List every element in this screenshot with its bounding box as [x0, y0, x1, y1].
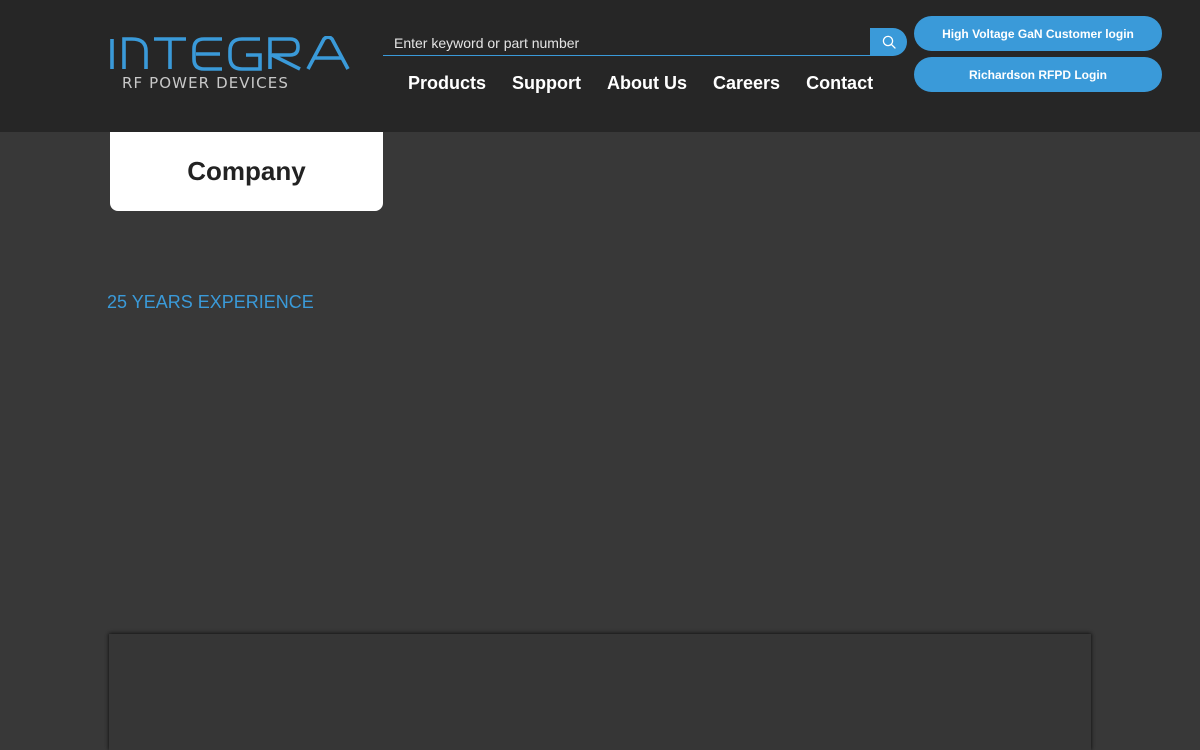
integra-wordmark-logo [110, 36, 350, 71]
gan-customer-login-button[interactable]: High Voltage GaN Customer login [914, 16, 1162, 51]
search-bar [383, 28, 907, 58]
search-button[interactable] [870, 28, 907, 56]
integra-logo[interactable]: RF POWER DEVICES [108, 36, 350, 92]
experience-heading: 25 YEARS EXPERIENCE [107, 292, 314, 312]
search-icon [882, 35, 896, 49]
content-panel [109, 634, 1091, 750]
search-input[interactable] [383, 28, 870, 56]
page-title: Company [187, 156, 306, 186]
logo-tagline: RF POWER DEVICES [122, 74, 289, 92]
nav-item-contact[interactable]: Contact [793, 72, 886, 96]
nav-item-careers[interactable]: Careers [700, 72, 793, 96]
nav-item-support[interactable]: Support [499, 72, 594, 96]
main-nav: Products Support About Us Careers Contac… [395, 72, 886, 96]
site-header: RF POWER DEVICES Products Support About … [0, 0, 1200, 132]
nav-item-products[interactable]: Products [395, 72, 499, 96]
richardson-rfpd-login-button[interactable]: Richardson RFPD Login [914, 57, 1162, 92]
section-title-card: Company [110, 132, 383, 211]
nav-item-about-us[interactable]: About Us [594, 72, 700, 96]
